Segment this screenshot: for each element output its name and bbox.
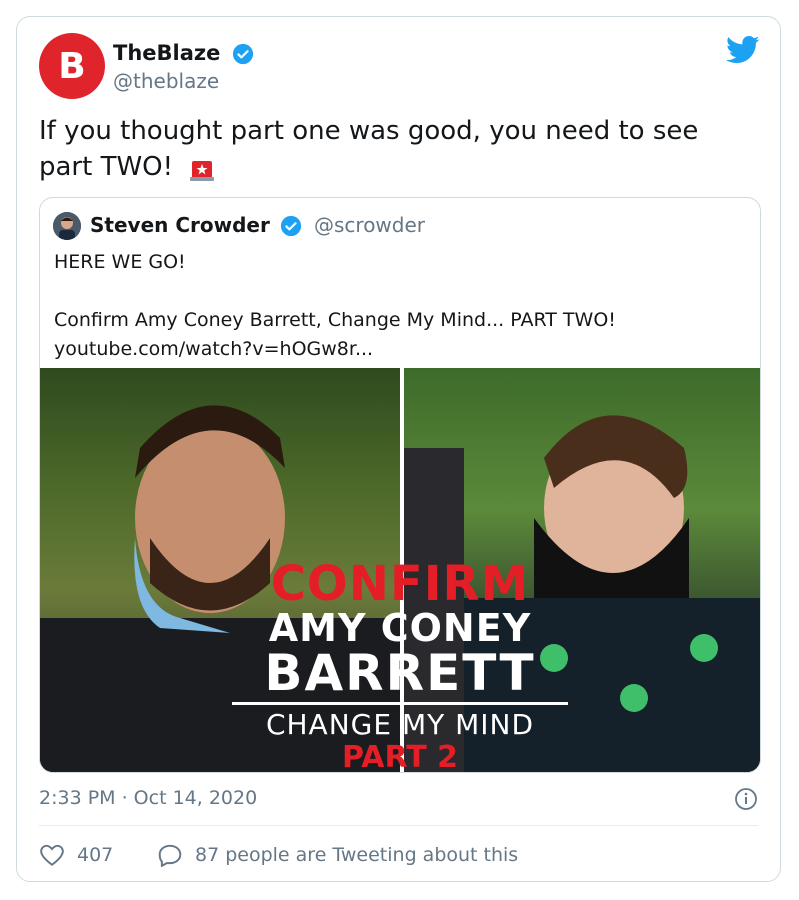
verified-icon bbox=[280, 215, 302, 237]
quoted-author-name[interactable]: Steven Crowder bbox=[90, 213, 270, 237]
tweeting-about-text: 87 people are Tweeting about this bbox=[195, 844, 519, 866]
info-icon[interactable] bbox=[734, 787, 758, 811]
author-handle[interactable]: @theblaze bbox=[113, 69, 219, 93]
thumbnail-title: CONFIRM AMY CONEY BARRETT CHANGE MY MIND… bbox=[40, 368, 760, 772]
thumbnail-line-barrett: BARRETT bbox=[264, 644, 536, 702]
thumbnail-line-part-2: PART 2 bbox=[342, 740, 458, 772]
quoted-tweet[interactable]: Steven Crowder @scrowder HERE WE GO! Con… bbox=[39, 197, 761, 773]
thumbnail-underline bbox=[232, 702, 568, 705]
siren-icon bbox=[190, 160, 215, 181]
author-name-row[interactable]: TheBlaze bbox=[113, 41, 254, 65]
tweeting-about-link[interactable]: 87 people are Tweeting about this bbox=[157, 843, 518, 867]
verified-icon bbox=[232, 43, 253, 65]
quoted-avatar-image bbox=[53, 212, 81, 240]
video-thumbnail[interactable]: CONFIRM AMY CONEY BARRETT CHANGE MY MIND… bbox=[40, 368, 760, 772]
avatar[interactable]: B bbox=[39, 33, 105, 99]
reply-bubble-icon bbox=[158, 844, 182, 867]
quoted-avatar[interactable] bbox=[53, 212, 81, 240]
thumbnail-line-confirm: CONFIRM bbox=[270, 556, 530, 612]
author-name[interactable]: TheBlaze bbox=[113, 41, 220, 65]
tweet-timestamp[interactable]: 2:33 PM · Oct 14, 2020 bbox=[39, 787, 257, 809]
like-button[interactable]: 407 bbox=[39, 843, 113, 867]
quoted-text: HERE WE GO! Confirm Amy Coney Barrett, C… bbox=[54, 251, 616, 360]
quoted-author-handle[interactable]: @scrowder bbox=[314, 213, 425, 237]
heart-icon bbox=[40, 844, 64, 866]
tweet-text: If you thought part one was good, you ne… bbox=[39, 113, 749, 185]
tweet-card[interactable]: B TheBlaze @theblaze If you thought part… bbox=[16, 16, 781, 882]
twitter-bird-icon[interactable] bbox=[726, 35, 760, 65]
thumbnail-line-change-my-mind: CHANGE MY MIND bbox=[265, 708, 535, 741]
divider bbox=[39, 825, 758, 826]
tweet-text-content: If you thought part one was good, you ne… bbox=[39, 116, 699, 182]
like-count: 407 bbox=[77, 844, 114, 866]
avatar-logo: B bbox=[58, 45, 86, 87]
